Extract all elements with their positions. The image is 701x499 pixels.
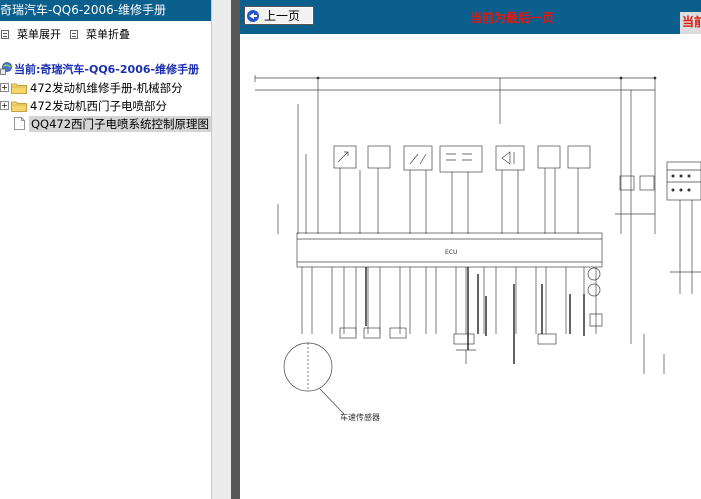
pane-divider	[231, 0, 240, 499]
tree-item-mechanical[interactable]: + 472发动机维修手册-机械部分	[0, 79, 183, 96]
last-page-message-clipped: 当前	[680, 12, 701, 34]
last-page-message: 当前为最后一页	[470, 11, 555, 25]
ecu-label: ECU	[445, 249, 457, 256]
globe-icon	[0, 62, 12, 75]
menu-icon	[70, 29, 78, 39]
tree-root[interactable]: 当前:奇瑞汽车-QQ6-2006-维修手册	[0, 60, 199, 77]
folder-icon	[11, 83, 27, 94]
tree-item-efi[interactable]: + 472发动机西门子电喷部分	[0, 97, 167, 114]
expand-icon[interactable]: +	[0, 83, 9, 92]
page-icon	[14, 117, 25, 130]
menu-expand-button[interactable]: 菜单展开	[1, 26, 61, 42]
menu-icon	[1, 29, 9, 39]
menu-expand-label: 菜单展开	[17, 28, 61, 41]
prev-page-label: 上一页	[264, 9, 301, 23]
arrow-left-icon	[247, 9, 259, 22]
content-panel: 上一页 当前为最后一页 当前 ECU 车速传感器	[240, 0, 701, 499]
tree-item-schematic[interactable]: QQ472西门子电喷系统控制原理图	[14, 115, 211, 132]
tree-item-label: 472发动机维修手册-机械部分	[30, 80, 183, 95]
wiring-lines	[254, 75, 701, 415]
tree-panel: 奇瑞汽车-QQ6-2006-维修手册 菜单展开 菜单折叠 当前:奇瑞汽车-QQ6…	[0, 0, 211, 499]
expand-icon[interactable]: +	[0, 101, 9, 110]
folder-icon	[11, 101, 27, 112]
content-toolbar: 上一页 当前为最后一页 当前	[240, 0, 701, 34]
grid-dots	[316, 76, 691, 192]
tree-item-label: 472发动机西门子电喷部分	[30, 98, 167, 113]
heavy-wires	[365, 267, 585, 364]
menu-collapse-button[interactable]: 菜单折叠	[70, 26, 130, 42]
wiring-diagram: ECU 车速传感器	[254, 75, 701, 422]
tree-item-label: QQ472西门子电喷系统控制原理图	[29, 115, 211, 132]
pane-splitter[interactable]	[211, 0, 231, 499]
menu-collapse-label: 菜单折叠	[86, 28, 130, 41]
panel-title: 奇瑞汽车-QQ6-2006-维修手册	[0, 0, 211, 21]
prev-page-button[interactable]: 上一页	[244, 6, 314, 25]
tree-root-label: 当前:奇瑞汽车-QQ6-2006-维修手册	[14, 62, 200, 76]
sensor-label: 车速传感器	[340, 412, 380, 422]
